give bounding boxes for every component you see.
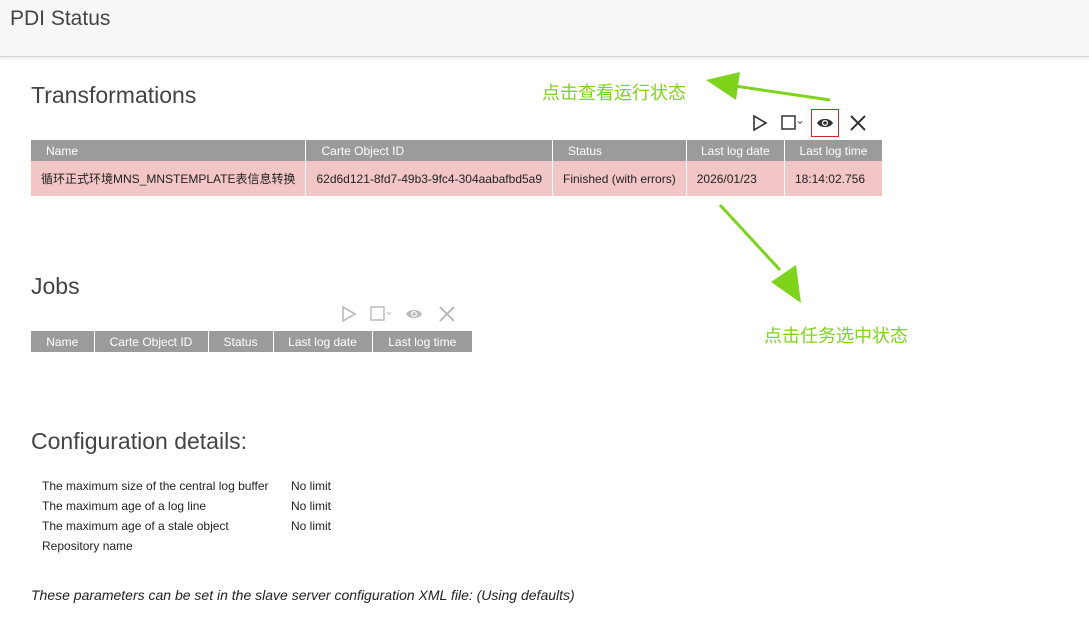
config-title: Configuration details: xyxy=(31,428,248,454)
stop-job-button[interactable] xyxy=(366,300,396,328)
top-bar: PDI Status xyxy=(0,0,1089,57)
eye-icon xyxy=(406,309,422,319)
start-job-button[interactable] xyxy=(334,300,362,328)
app-title: PDI Status xyxy=(10,7,111,30)
column-header[interactable]: Carte Object ID xyxy=(94,331,209,352)
view-job-button[interactable] xyxy=(400,300,428,328)
transformations-title: Transformations xyxy=(31,82,197,108)
view-status-button[interactable] xyxy=(811,109,839,137)
config-value: No limit xyxy=(291,499,332,513)
remove-job-button[interactable] xyxy=(433,300,461,328)
column-header[interactable]: Status xyxy=(208,331,274,352)
config-footnote: These parameters can be set in the slave… xyxy=(31,587,575,603)
transformations-table: Name Carte Object ID Status Last log dat… xyxy=(31,140,882,196)
transformation-name[interactable]: 循环正式环境MNS_MNSTEMPLATE表信息转换 xyxy=(31,161,307,196)
arrow-to-row xyxy=(718,203,801,303)
stop-icon xyxy=(370,306,392,321)
column-header[interactable]: Status xyxy=(552,140,687,161)
config-key: The maximum age of a log line xyxy=(42,499,207,513)
config-key: The maximum size of the central log buff… xyxy=(42,479,269,493)
transformations-toolbar xyxy=(745,109,875,137)
column-header[interactable]: Name xyxy=(31,331,95,352)
column-header[interactable]: Last log time xyxy=(784,140,882,161)
column-header[interactable]: Last log time xyxy=(372,331,472,352)
carte-object-id: 62d6d121-8fd7-49b3-9fc4-304aabafbd5a9 xyxy=(305,161,554,196)
jobs-toolbar xyxy=(334,300,464,328)
status-cell: Finished (with errors) xyxy=(552,161,687,196)
column-header[interactable]: Last log date xyxy=(686,140,785,161)
column-header[interactable]: Name xyxy=(31,140,307,161)
annotation-view-status: 点击查看运行状态 xyxy=(542,83,686,104)
stop-transformation-button[interactable] xyxy=(777,109,807,137)
config-key: Repository name xyxy=(42,539,133,553)
last-log-date: 2026/01/23 xyxy=(686,161,785,196)
arrow-to-eye-button xyxy=(706,72,831,102)
close-icon xyxy=(850,115,866,131)
remove-transformation-button[interactable] xyxy=(844,109,872,137)
column-header[interactable]: Carte Object ID xyxy=(305,140,554,161)
close-icon xyxy=(439,306,455,322)
jobs-title: Jobs xyxy=(31,273,80,299)
start-transformation-button[interactable] xyxy=(745,109,773,137)
table-row[interactable]: 循环正式环境MNS_MNSTEMPLATE表信息转换 62d6d121-8fd7… xyxy=(31,161,882,196)
config-key: The maximum age of a stale object xyxy=(42,519,229,533)
play-icon xyxy=(753,114,768,132)
stop-icon xyxy=(781,115,803,130)
config-value: No limit xyxy=(291,479,332,493)
annotation-select-state: 点击任务选中状态 xyxy=(764,326,908,347)
eye-icon xyxy=(817,118,833,128)
jobs-table: Name Carte Object ID Status Last log dat… xyxy=(31,331,472,352)
last-log-time: 18:14:02.756 xyxy=(784,161,882,196)
column-header[interactable]: Last log date xyxy=(273,331,373,352)
config-value: No limit xyxy=(291,519,332,533)
play-icon xyxy=(342,305,357,323)
